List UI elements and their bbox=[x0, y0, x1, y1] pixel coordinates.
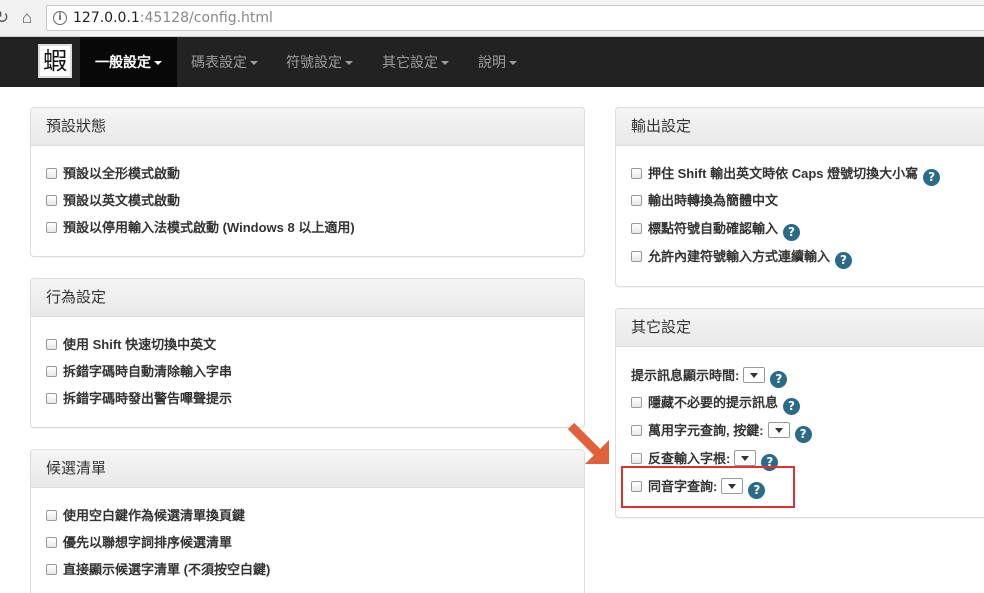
msg-time-select[interactable] bbox=[743, 367, 766, 383]
help-icon[interactable]: ? bbox=[794, 426, 812, 443]
checkbox[interactable] bbox=[631, 195, 642, 206]
panel-title: 其它設定 bbox=[616, 309, 984, 347]
option-clear-on-error[interactable]: 拆錯字碼時自動清除輸入字串 bbox=[46, 362, 232, 382]
option-space-page[interactable]: 使用空白鍵作為候選清單換頁鍵 bbox=[46, 506, 245, 526]
checkbox[interactable] bbox=[631, 223, 642, 234]
checkbox[interactable] bbox=[46, 222, 57, 233]
top-navbar: 蝦 一般設定 碼表設定 符號設定 其它設定 說明 bbox=[0, 37, 984, 87]
nav-general-settings[interactable]: 一般設定 bbox=[80, 37, 177, 87]
option-show-candidates[interactable]: 直接顯示候選字清單 (不須按空白鍵) bbox=[46, 560, 270, 580]
help-icon[interactable]: ? bbox=[835, 252, 853, 269]
caret-down-icon bbox=[250, 61, 258, 66]
nav-help[interactable]: 說明 bbox=[463, 37, 532, 87]
panel-title: 候選清單 bbox=[31, 450, 584, 488]
checkbox[interactable] bbox=[46, 510, 57, 521]
help-icon[interactable]: ? bbox=[783, 224, 801, 241]
checkbox[interactable] bbox=[631, 251, 642, 262]
help-icon[interactable]: ? bbox=[923, 169, 941, 186]
caret-down-icon bbox=[441, 61, 449, 66]
option-punct-auto[interactable]: 標點符號自動確認輸入? bbox=[631, 219, 801, 241]
option-shift-toggle[interactable]: 使用 Shift 快速切換中英文 bbox=[46, 335, 216, 355]
option-msg-time: 提示訊息顯示時間:? bbox=[631, 366, 788, 388]
caret-down-icon bbox=[509, 61, 517, 66]
checkbox[interactable] bbox=[46, 168, 57, 179]
info-icon[interactable]: i bbox=[53, 11, 67, 25]
wildcard-key-select[interactable] bbox=[767, 422, 790, 438]
panel-title: 預設狀態 bbox=[31, 108, 584, 146]
option-symbol-continuous[interactable]: 允許內建符號輸入方式連續輸入? bbox=[631, 247, 853, 269]
address-bar[interactable]: i 127.0.0.1:45128/config.html bbox=[46, 5, 984, 31]
help-icon[interactable]: ? bbox=[783, 398, 801, 415]
panel-output: 輸出設定 押住 Shift 輸出英文時依 Caps 燈號切換大小寫? 輸出時轉換… bbox=[615, 107, 984, 287]
help-icon[interactable]: ? bbox=[770, 371, 788, 388]
checkbox[interactable] bbox=[46, 339, 57, 350]
reload-icon[interactable]: ↻ bbox=[0, 8, 12, 28]
nav-symbol-settings[interactable]: 符號設定 bbox=[271, 37, 368, 87]
option-english-startup[interactable]: 預設以英文模式啟動 bbox=[46, 191, 180, 211]
checkbox[interactable] bbox=[46, 366, 57, 377]
highlight-box bbox=[621, 466, 795, 508]
home-icon[interactable]: ⌂ bbox=[17, 8, 37, 28]
checkbox[interactable] bbox=[631, 397, 642, 408]
checkbox[interactable] bbox=[46, 393, 57, 404]
checkbox[interactable] bbox=[46, 195, 57, 206]
option-caps-case[interactable]: 押住 Shift 輸出英文時依 Caps 燈號切換大小寫? bbox=[631, 164, 941, 186]
checkbox[interactable] bbox=[631, 425, 642, 436]
nav-table-settings[interactable]: 碼表設定 bbox=[176, 37, 273, 87]
panel-candidates: 候選清單 使用空白鍵作為候選清單換頁鍵 優先以聯想字詞排序候選清單 直接顯示候選… bbox=[30, 449, 585, 593]
caret-down-icon bbox=[345, 61, 353, 66]
option-hide-msgs[interactable]: 隱藏不必要的提示訊息? bbox=[631, 393, 801, 415]
option-fullwidth-startup[interactable]: 預設以全形模式啟動 bbox=[46, 164, 180, 184]
reverse-lookup-select[interactable] bbox=[734, 450, 757, 466]
option-simplified[interactable]: 輸出時轉換為簡體中文 bbox=[631, 191, 778, 211]
panel-behavior: 行為設定 使用 Shift 快速切換中英文 拆錯字碼時自動清除輸入字串 拆錯字碼… bbox=[30, 278, 585, 428]
brand-logo[interactable]: 蝦 bbox=[38, 44, 72, 78]
checkbox[interactable] bbox=[631, 168, 642, 179]
pointer-arrow-icon bbox=[567, 422, 609, 464]
checkbox[interactable] bbox=[46, 564, 57, 575]
panel-default-state: 預設狀態 預設以全形模式啟動 預設以英文模式啟動 預設以停用輸入法模式啟動 (W… bbox=[30, 107, 585, 257]
option-beep-on-error[interactable]: 拆錯字碼時發出警告嗶聲提示 bbox=[46, 389, 232, 409]
browser-toolbar: ↻ ⌂ i 127.0.0.1:45128/config.html bbox=[0, 0, 984, 37]
checkbox[interactable] bbox=[631, 453, 642, 464]
option-assoc-sort[interactable]: 優先以聯想字詞排序候選清單 bbox=[46, 533, 232, 553]
checkbox[interactable] bbox=[46, 537, 57, 548]
panel-title: 輸出設定 bbox=[616, 108, 984, 146]
url-text[interactable]: 127.0.0.1:45128/config.html bbox=[73, 10, 273, 27]
nav-other-settings[interactable]: 其它設定 bbox=[367, 37, 464, 87]
panel-title: 行為設定 bbox=[31, 279, 584, 317]
option-wildcard[interactable]: 萬用字元查詢, 按鍵:? bbox=[631, 421, 812, 443]
option-disabled-startup[interactable]: 預設以停用輸入法模式啟動 (Windows 8 以上適用) bbox=[46, 218, 355, 238]
caret-down-icon bbox=[154, 61, 162, 66]
